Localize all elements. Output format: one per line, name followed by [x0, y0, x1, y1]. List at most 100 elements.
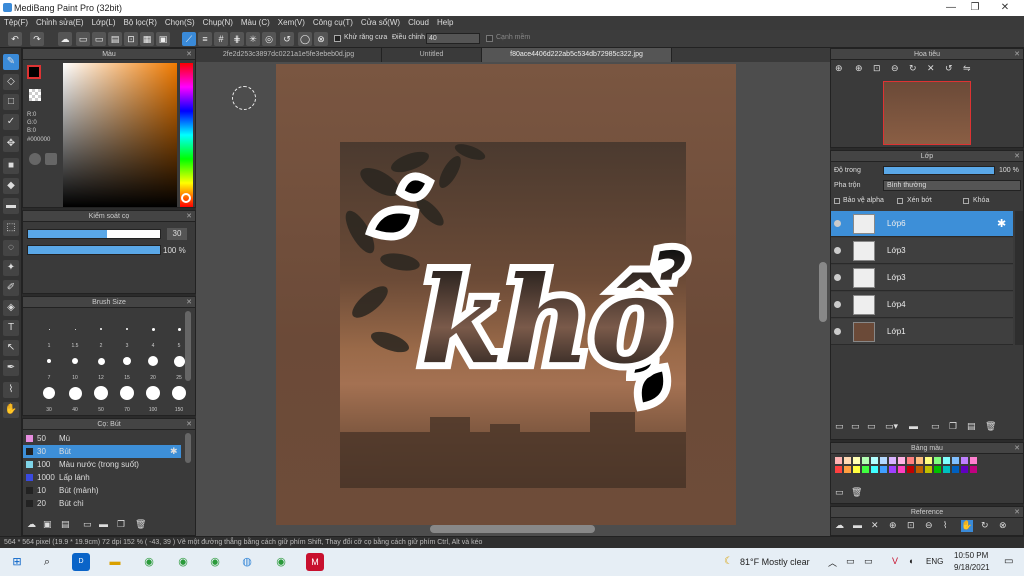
delete-layer-icon[interactable]: 🗑 — [985, 421, 996, 432]
visibility-icon[interactable] — [834, 328, 841, 335]
layer-row-selected[interactable]: Lớp6 ✱ — [831, 211, 1013, 237]
zoom-in-icon[interactable]: ⊕ — [889, 520, 897, 531]
ruler-grid-icon[interactable]: # — [214, 32, 228, 46]
navigator-preview[interactable] — [883, 81, 971, 145]
file-explorer-icon[interactable]: ▬ — [106, 553, 124, 571]
layer-opacity-slider[interactable] — [883, 166, 995, 175]
palette-swatch[interactable] — [844, 457, 851, 464]
layer-row[interactable]: Lớp3 — [831, 265, 1013, 291]
minimize-button[interactable]: — — [944, 1, 958, 15]
panel-close-icon[interactable]: ✕ — [186, 211, 192, 222]
gear-icon[interactable]: ✱ — [170, 445, 178, 458]
layer-scrollbar[interactable] — [1015, 211, 1023, 345]
panel-close-icon[interactable]: ✕ — [1014, 49, 1020, 60]
brush-size-dot[interactable] — [148, 356, 158, 366]
new-halftone-layer-icon[interactable]: ▭ — [851, 421, 860, 432]
select-eraser-tool-icon[interactable]: ◈ — [3, 300, 19, 316]
brush-size-value[interactable]: 30 — [167, 228, 187, 240]
palette-swatch[interactable] — [907, 457, 914, 464]
windows-start-icon[interactable]: ⊞ — [8, 553, 26, 571]
reset-icon[interactable]: ✕ — [927, 63, 935, 74]
brush-item[interactable]: 50 Mù — [23, 432, 181, 445]
flip-icon[interactable]: ⇋ — [963, 63, 971, 74]
transparent-color-swatch[interactable] — [29, 89, 41, 101]
speech2-icon[interactable]: ▭ — [92, 32, 106, 46]
lasso-tool-icon[interactable]: ◌ — [3, 240, 19, 256]
panel-close-icon[interactable]: ✕ — [1014, 443, 1020, 454]
operation-tool-icon[interactable]: ↖ — [3, 340, 19, 356]
visibility-icon[interactable] — [834, 301, 841, 308]
notification-icon[interactable]: ▭ — [1004, 556, 1013, 567]
palette-swatch[interactable] — [961, 466, 968, 473]
menu-help[interactable]: Help — [433, 16, 457, 29]
fit-icon[interactable]: ⊡ — [873, 63, 881, 74]
brush-opacity-slider[interactable] — [27, 245, 161, 255]
palette-swatch[interactable] — [889, 466, 896, 473]
palette-swatch[interactable] — [970, 466, 977, 473]
palette-swatch[interactable] — [862, 457, 869, 464]
tab-document-1[interactable]: 2fe2d253c3897dc0221a1e5fe3ebeb0d.jpg — [196, 48, 382, 62]
canvas-vertical-scrollbar[interactable] — [819, 262, 827, 322]
cloud-icon[interactable]: ☁ — [835, 520, 844, 531]
add-brush-icon[interactable]: ▣ — [43, 519, 52, 530]
palette-swatch[interactable] — [853, 466, 860, 473]
zoom-in-icon[interactable]: ⊕ — [835, 63, 843, 74]
dell-icon[interactable]: D — [72, 553, 90, 571]
ruler-parallel-icon[interactable]: ≡ — [198, 32, 212, 46]
color-wheel-icon[interactable] — [29, 153, 41, 165]
medibang-taskbar-icon[interactable]: ◍ — [238, 553, 256, 571]
menu-select[interactable]: Chọn(S) — [161, 16, 199, 29]
palette-swatch[interactable] — [970, 457, 977, 464]
menu-tools[interactable]: Công cụ(T) — [309, 16, 357, 29]
cloud-brush-icon[interactable]: ☁ — [27, 519, 36, 530]
shape-tool-icon[interactable]: □ — [3, 94, 19, 110]
ruler-circle-icon[interactable]: ◎ — [262, 32, 276, 46]
fill-rect-tool-icon[interactable]: ■ — [3, 158, 19, 174]
adjust-value-select[interactable]: 40 — [426, 33, 480, 44]
folder-icon[interactable]: ▬ — [99, 519, 108, 529]
divide-tool-icon[interactable]: ✒ — [3, 360, 19, 376]
brush-size-dot[interactable] — [72, 358, 78, 364]
brush-size-dot[interactable] — [94, 386, 108, 400]
color-saturation-picker[interactable] — [63, 63, 177, 207]
palette-swatch[interactable] — [844, 466, 851, 473]
visibility-icon[interactable] — [834, 247, 841, 254]
crop-icon[interactable]: ⊡ — [124, 32, 138, 46]
menu-window[interactable]: Cửa sổ(W) — [357, 16, 404, 29]
palette-swatch[interactable] — [916, 457, 923, 464]
protect-alpha-checkbox[interactable] — [834, 198, 840, 204]
palette-swatch[interactable] — [871, 466, 878, 473]
tab-document-3[interactable]: f80ace4406d222ab5c534db72985c322.jpg — [482, 48, 672, 62]
palette-swatch[interactable] — [907, 466, 914, 473]
hue-slider-handle[interactable] — [181, 193, 191, 203]
brush-size-dot[interactable] — [68, 386, 82, 400]
undo-icon[interactable]: ↶ — [8, 32, 22, 46]
grid-icon[interactable]: ▦ — [140, 32, 154, 46]
palette-swatch[interactable] — [898, 466, 905, 473]
palette-swatch[interactable] — [871, 457, 878, 464]
foreground-color-swatch[interactable] — [27, 65, 41, 79]
blend-mode-select[interactable]: Bình thường — [883, 180, 1021, 191]
search-icon[interactable]: ⌕ — [38, 553, 56, 571]
panel-close-icon[interactable]: ✕ — [186, 49, 192, 60]
brush-size-dot[interactable] — [146, 386, 160, 400]
maximize-button[interactable]: ❐ — [968, 1, 982, 15]
brush-size-dot[interactable] — [120, 386, 134, 400]
palette-swatch[interactable] — [880, 457, 887, 464]
zoom-out-icon[interactable]: ⊖ — [925, 520, 933, 531]
duplicate-icon[interactable]: ❐ — [117, 519, 125, 530]
trash-icon[interactable]: 🗑 — [135, 519, 146, 530]
palette-swatch[interactable] — [853, 457, 860, 464]
brush-size-dot[interactable] — [48, 328, 50, 330]
brush-size-dot[interactable] — [47, 359, 51, 363]
tray-icon[interactable]: ▭ — [864, 556, 873, 567]
palette-swatch[interactable] — [835, 457, 842, 464]
select-rect-tool-icon[interactable]: ⬚ — [3, 220, 19, 236]
palette-swatch[interactable] — [943, 457, 950, 464]
ruler-curve-icon[interactable]: ↺ — [280, 32, 294, 46]
delete-swatch-icon[interactable]: 🗑 — [851, 487, 862, 498]
palette-swatch[interactable] — [880, 466, 887, 473]
menu-cloud[interactable]: Cloud — [404, 16, 433, 29]
gradient-tool-icon[interactable]: ▬ — [3, 198, 19, 214]
color-mode-icon[interactable] — [45, 153, 57, 165]
